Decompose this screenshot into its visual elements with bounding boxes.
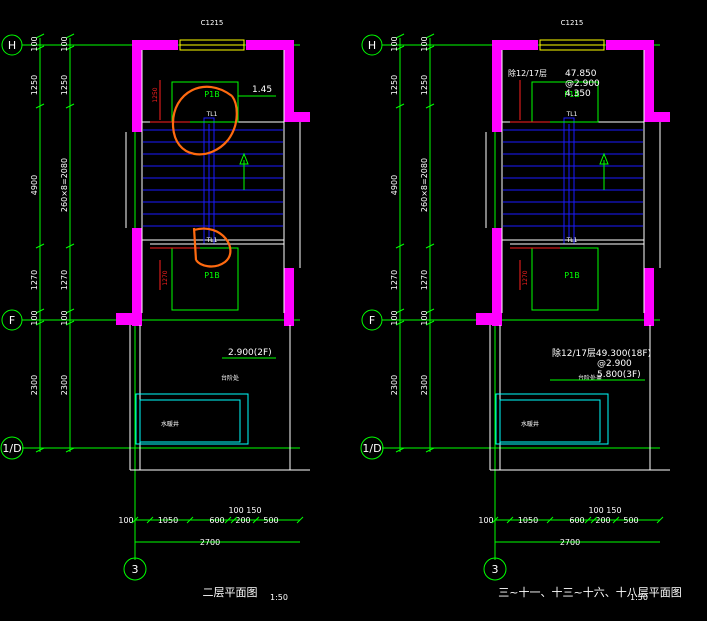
dim-outer-text: 1250: [390, 75, 399, 95]
dim-inner-text: 1250: [420, 75, 429, 95]
dim-outer-text: 1270: [30, 270, 39, 290]
plan-scale: 1:50: [630, 593, 648, 602]
wall-right-upper: [284, 40, 294, 112]
stair-dim-bottom: 1270: [522, 270, 529, 285]
axis-bubble-h-label: H: [8, 39, 16, 52]
shaft-label: 水暖井: [161, 420, 179, 428]
axis-bubble-3-label: 3: [132, 563, 139, 576]
wall-bottom-right: [644, 313, 654, 325]
stair-dim-top: 1250: [152, 87, 159, 102]
axis-bubble-1d-label: 1/D: [2, 442, 21, 455]
level-bottom: 2.900(2F): [228, 348, 272, 358]
stair-dim-bottom: 1270: [162, 270, 169, 285]
dim-inner-text: 2300: [420, 375, 429, 395]
dim-inner-text: 100: [60, 310, 69, 325]
dim-bottom-text: 500: [263, 516, 278, 525]
note-top-2: 47.850: [565, 69, 597, 79]
tl-label-bottom: TL1: [566, 237, 578, 244]
shaft-label: 水暖井: [521, 420, 539, 428]
dim-bottom-text: 500: [623, 516, 638, 525]
landing-label-bottom: P1B: [564, 271, 579, 280]
dim-total-text: 2700: [200, 538, 220, 547]
dim-bottom-text: 200: [235, 516, 250, 525]
dim-bottom-upper: 100 150: [588, 506, 621, 515]
note-mid-3: 5.800(3F): [597, 370, 641, 380]
dim-bottom-text: 1050: [158, 516, 178, 525]
cad-drawing-canvas: H F 1/D 3 100 100 1250 1250 4900 260×8=2080 1270 12…: [0, 0, 707, 621]
wall-left-lower: [492, 228, 502, 326]
room-label: 台阶处: [221, 374, 239, 382]
dim-bottom-upper: 100 150: [228, 506, 261, 515]
dim-bottom-text: 1050: [518, 516, 538, 525]
axis-bubble-h-label: H: [368, 39, 376, 52]
note-top-4: 4.350: [565, 89, 591, 99]
axis-bubble-1d-label: 1/D: [362, 442, 381, 455]
dim-bottom-text: 100: [118, 516, 133, 525]
wall-bottom-left: [476, 313, 502, 325]
dim-bottom-text: 100: [478, 516, 493, 525]
axis-bubble-f-label: F: [369, 314, 375, 327]
dim-bottom-text: 600: [569, 516, 584, 525]
dim-inner-text: 100: [420, 310, 429, 325]
window-tag: C1215: [561, 19, 584, 27]
plan-scale: 1:50: [270, 593, 288, 602]
dim-outer-text: 4900: [390, 175, 399, 195]
dim-outer-text: 1270: [390, 270, 399, 290]
tl-label-top: TL1: [566, 111, 578, 118]
dim-outer-text: 2300: [30, 375, 39, 395]
note-top-1: 除12/17层: [508, 68, 547, 78]
tl-label-bottom: TL1: [206, 237, 218, 244]
wall-stub-right: [644, 112, 670, 122]
axis-bubble-f-label: F: [9, 314, 15, 327]
wall-stub-right: [284, 112, 310, 122]
level-top: 1.45: [252, 85, 272, 95]
dim-outer-text: 2300: [390, 375, 399, 395]
wall-bottom-left: [116, 313, 142, 325]
dim-outer-text: 100: [30, 310, 39, 325]
dim-inner-text: 1270: [60, 270, 69, 290]
canvas-background: [0, 0, 707, 621]
wall-left-upper: [132, 40, 142, 132]
wall-bottom-right: [284, 313, 294, 325]
landing-label-bottom: P1B: [204, 271, 219, 280]
dim-outer-text: 100: [30, 36, 39, 51]
landing-label-top: P1B: [204, 90, 219, 99]
note-top-3: @2.900: [565, 79, 600, 89]
dim-outer-text: 1250: [30, 75, 39, 95]
plan-title: 二层平面图: [203, 586, 258, 599]
wall-left-upper: [492, 40, 502, 132]
axis-bubble-3-label: 3: [492, 563, 499, 576]
dim-outer-text: 4900: [30, 175, 39, 195]
dim-inner-text: 1270: [420, 270, 429, 290]
wall-left-lower: [132, 228, 142, 326]
dim-inner-text: 100: [60, 36, 69, 51]
dim-inner-text: 100: [420, 36, 429, 51]
note-mid-1: 除12/17层49.300(18F): [552, 347, 651, 359]
dim-outer-text: 100: [390, 36, 399, 51]
wall-right-upper: [644, 40, 654, 112]
dim-inner-text: 1250: [60, 75, 69, 95]
dim-inner-text: 260×8=2080: [420, 158, 429, 212]
dim-outer-text: 100: [390, 310, 399, 325]
dim-inner-text: 260×8=2080: [60, 158, 69, 212]
window-tag: C1215: [201, 19, 224, 27]
plan-title: 三~十一、十三~十六、十八层平面图: [498, 585, 681, 599]
dim-inner-text: 2300: [60, 375, 69, 395]
dim-bottom-text: 200: [595, 516, 610, 525]
dim-bottom-text: 600: [209, 516, 224, 525]
dim-total-text: 2700: [560, 538, 580, 547]
note-mid-2: @2.900: [597, 359, 632, 369]
tl-label-top: TL1: [206, 111, 218, 118]
